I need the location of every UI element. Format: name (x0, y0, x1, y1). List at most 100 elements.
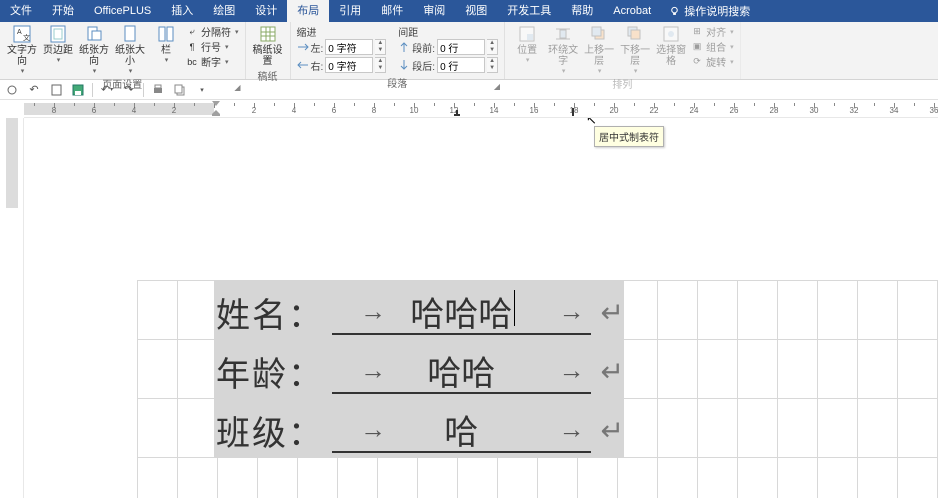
tab-file[interactable]: 文件 (0, 0, 42, 22)
tab-arrow-icon: → (360, 296, 386, 327)
paragraph-mark-icon: ↵ (601, 414, 624, 447)
tab-arrow-icon: → (360, 355, 386, 386)
tab-strip: 文件 开始 OfficePLUS 插入 绘图 设计 布局 引用 邮件 审阅 视图… (0, 0, 938, 22)
tab-review[interactable]: 审阅 (413, 0, 455, 22)
tab-stop-center[interactable] (454, 110, 460, 116)
document-line-3[interactable]: 班级： → 哈 → ↵ (216, 401, 624, 459)
tab-officeplus[interactable]: OfficePLUS (84, 0, 161, 22)
align-button: ⊞对齐▾ (691, 24, 734, 39)
align-icon: ⊞ (691, 26, 703, 38)
indent-right-field[interactable]: 右: 0 字符 ▲▼ (297, 56, 387, 74)
spacing-before-field[interactable]: 段前: 0 行 ▲▼ (398, 38, 498, 56)
group-label-manuscript: 稿纸 (252, 67, 284, 84)
tell-me-placeholder: 操作说明搜索 (684, 3, 750, 19)
tab-view[interactable]: 视图 (455, 0, 497, 22)
columns-icon (156, 24, 176, 44)
margins-button[interactable]: 页边距▾ (42, 24, 74, 64)
hyphenation-icon: bc (186, 56, 198, 68)
position-button: 位置▾ (511, 24, 543, 64)
columns-button[interactable]: 栏▾ (150, 24, 182, 64)
bring-forward-button: 上移一层▾ (583, 24, 615, 75)
tab-acrobat[interactable]: Acrobat (603, 0, 661, 22)
spacing-after-icon (398, 59, 410, 71)
wrap-icon (553, 24, 573, 44)
indent-right-icon (297, 59, 309, 71)
paper-size-icon (120, 24, 140, 44)
ribbon: A文 文字方向▾ 页边距▾ 纸张方向▾ 纸张大小▾ 栏▾ ⤶分隔符▾ ¶行号 (0, 22, 938, 80)
indent-left-field[interactable]: 左: 0 字符 ▲▼ (297, 38, 387, 56)
document-area[interactable]: 姓名： → 哈哈哈 → ↵ 年龄： → 哈哈 → ↵ 班级： → 哈 → (24, 118, 938, 498)
line-numbers-icon: ¶ (186, 41, 198, 53)
field-value: 哈哈哈 (410, 287, 512, 336)
page-setup-launcher[interactable]: ◢ (234, 83, 240, 92)
selection-pane-button: 选择窗格 (655, 24, 687, 67)
group-label-page-setup: 页面设置◢ (6, 75, 239, 92)
paragraph-mark-icon: ↵ (601, 355, 624, 388)
tab-arrow-icon: → (559, 296, 585, 327)
underline-field: → 哈 → (332, 407, 591, 453)
first-line-indent-marker[interactable] (212, 101, 220, 106)
spacing-heading: 间距 (398, 24, 498, 38)
wrap-text-button: 环绕文字▾ (547, 24, 579, 75)
manuscript-icon (258, 24, 278, 44)
underline-field: → 哈哈 → (332, 348, 591, 394)
backward-icon (625, 24, 645, 44)
group-arrange: 位置▾ 环绕文字▾ 上移一层▾ 下移一层▾ 选择窗格 ⊞对齐▾ ▣组合▾ ⟳旋转… (505, 22, 741, 79)
horizontal-ruler[interactable]: 864224681012141618202224262830323436 (24, 100, 938, 118)
indent-left-icon (297, 41, 309, 53)
spacing-before-icon (398, 41, 410, 53)
spacing-after-field[interactable]: 段后: 0 行 ▲▼ (398, 56, 498, 74)
field-label: 年龄： (216, 347, 324, 396)
tab-design[interactable]: 设计 (245, 0, 287, 22)
svg-text:文: 文 (23, 33, 30, 42)
group-paragraph: 缩进 左: 0 字符 ▲▼ 右: 0 字符 ▲▼ 间距 段前 (291, 22, 506, 79)
text-direction-icon: A文 (12, 24, 32, 44)
tab-stop-bar[interactable] (572, 108, 578, 116)
position-icon (517, 24, 537, 44)
tab-references[interactable]: 引用 (329, 0, 371, 22)
breaks-button[interactable]: ⤶分隔符▾ (186, 24, 239, 39)
group-icon: ▣ (691, 41, 703, 53)
breaks-icon: ⤶ (186, 26, 198, 38)
text-caret (514, 290, 515, 326)
group-button: ▣组合▾ (691, 39, 734, 54)
size-button[interactable]: 纸张大小▾ (114, 24, 146, 75)
tab-insert[interactable]: 插入 (161, 0, 203, 22)
tab-help[interactable]: 帮助 (561, 0, 603, 22)
tab-arrow-icon: → (559, 355, 585, 386)
group-manuscript: 稿纸设置 稿纸 (246, 22, 291, 79)
selection-pane-icon (661, 24, 681, 44)
forward-icon (589, 24, 609, 44)
tab-draw[interactable]: 绘图 (203, 0, 245, 22)
hanging-indent-marker[interactable] (212, 110, 220, 116)
orientation-button[interactable]: 纸张方向▾ (78, 24, 110, 75)
paragraph-launcher[interactable]: ◢ (494, 82, 500, 91)
group-label-paragraph: 段落◢ (297, 74, 499, 91)
lightbulb-icon (669, 6, 680, 17)
tell-me-search[interactable]: 操作说明搜索 (669, 3, 750, 19)
rotate-button: ⟳旋转▾ (691, 54, 734, 69)
tab-mailings[interactable]: 邮件 (371, 0, 413, 22)
document-line-2[interactable]: 年龄： → 哈哈 → ↵ (216, 342, 624, 400)
document-line-1[interactable]: 姓名： → 哈哈哈 → ↵ (216, 283, 624, 341)
indent-heading: 缩进 (297, 24, 387, 38)
workspace: 姓名： → 哈哈哈 → ↵ 年龄： → 哈哈 → ↵ 班级： → 哈 → (0, 118, 938, 498)
paragraph-mark-icon: ↵ (601, 296, 624, 329)
svg-text:A: A (17, 29, 22, 36)
hyphenation-button[interactable]: bc断字▾ (186, 54, 239, 69)
field-value: 哈哈 (427, 346, 495, 395)
tab-arrow-icon: → (559, 414, 585, 445)
manuscript-settings-button[interactable]: 稿纸设置 (252, 24, 284, 67)
group-page-setup: A文 文字方向▾ 页边距▾ 纸张方向▾ 纸张大小▾ 栏▾ ⤶分隔符▾ ¶行号 (0, 22, 246, 79)
tab-home[interactable]: 开始 (42, 0, 84, 22)
tab-devtools[interactable]: 开发工具 (497, 0, 561, 22)
field-label: 姓名： (216, 288, 324, 337)
text-direction-button[interactable]: A文 文字方向▾ (6, 24, 38, 75)
margins-icon (48, 24, 68, 44)
send-backward-button: 下移一层▾ (619, 24, 651, 75)
vertical-ruler[interactable] (0, 118, 24, 498)
line-numbers-button[interactable]: ¶行号▾ (186, 39, 239, 54)
underline-field: → 哈哈哈 → (332, 289, 591, 335)
tab-layout[interactable]: 布局 (287, 0, 329, 22)
rotate-icon: ⟳ (691, 56, 703, 68)
